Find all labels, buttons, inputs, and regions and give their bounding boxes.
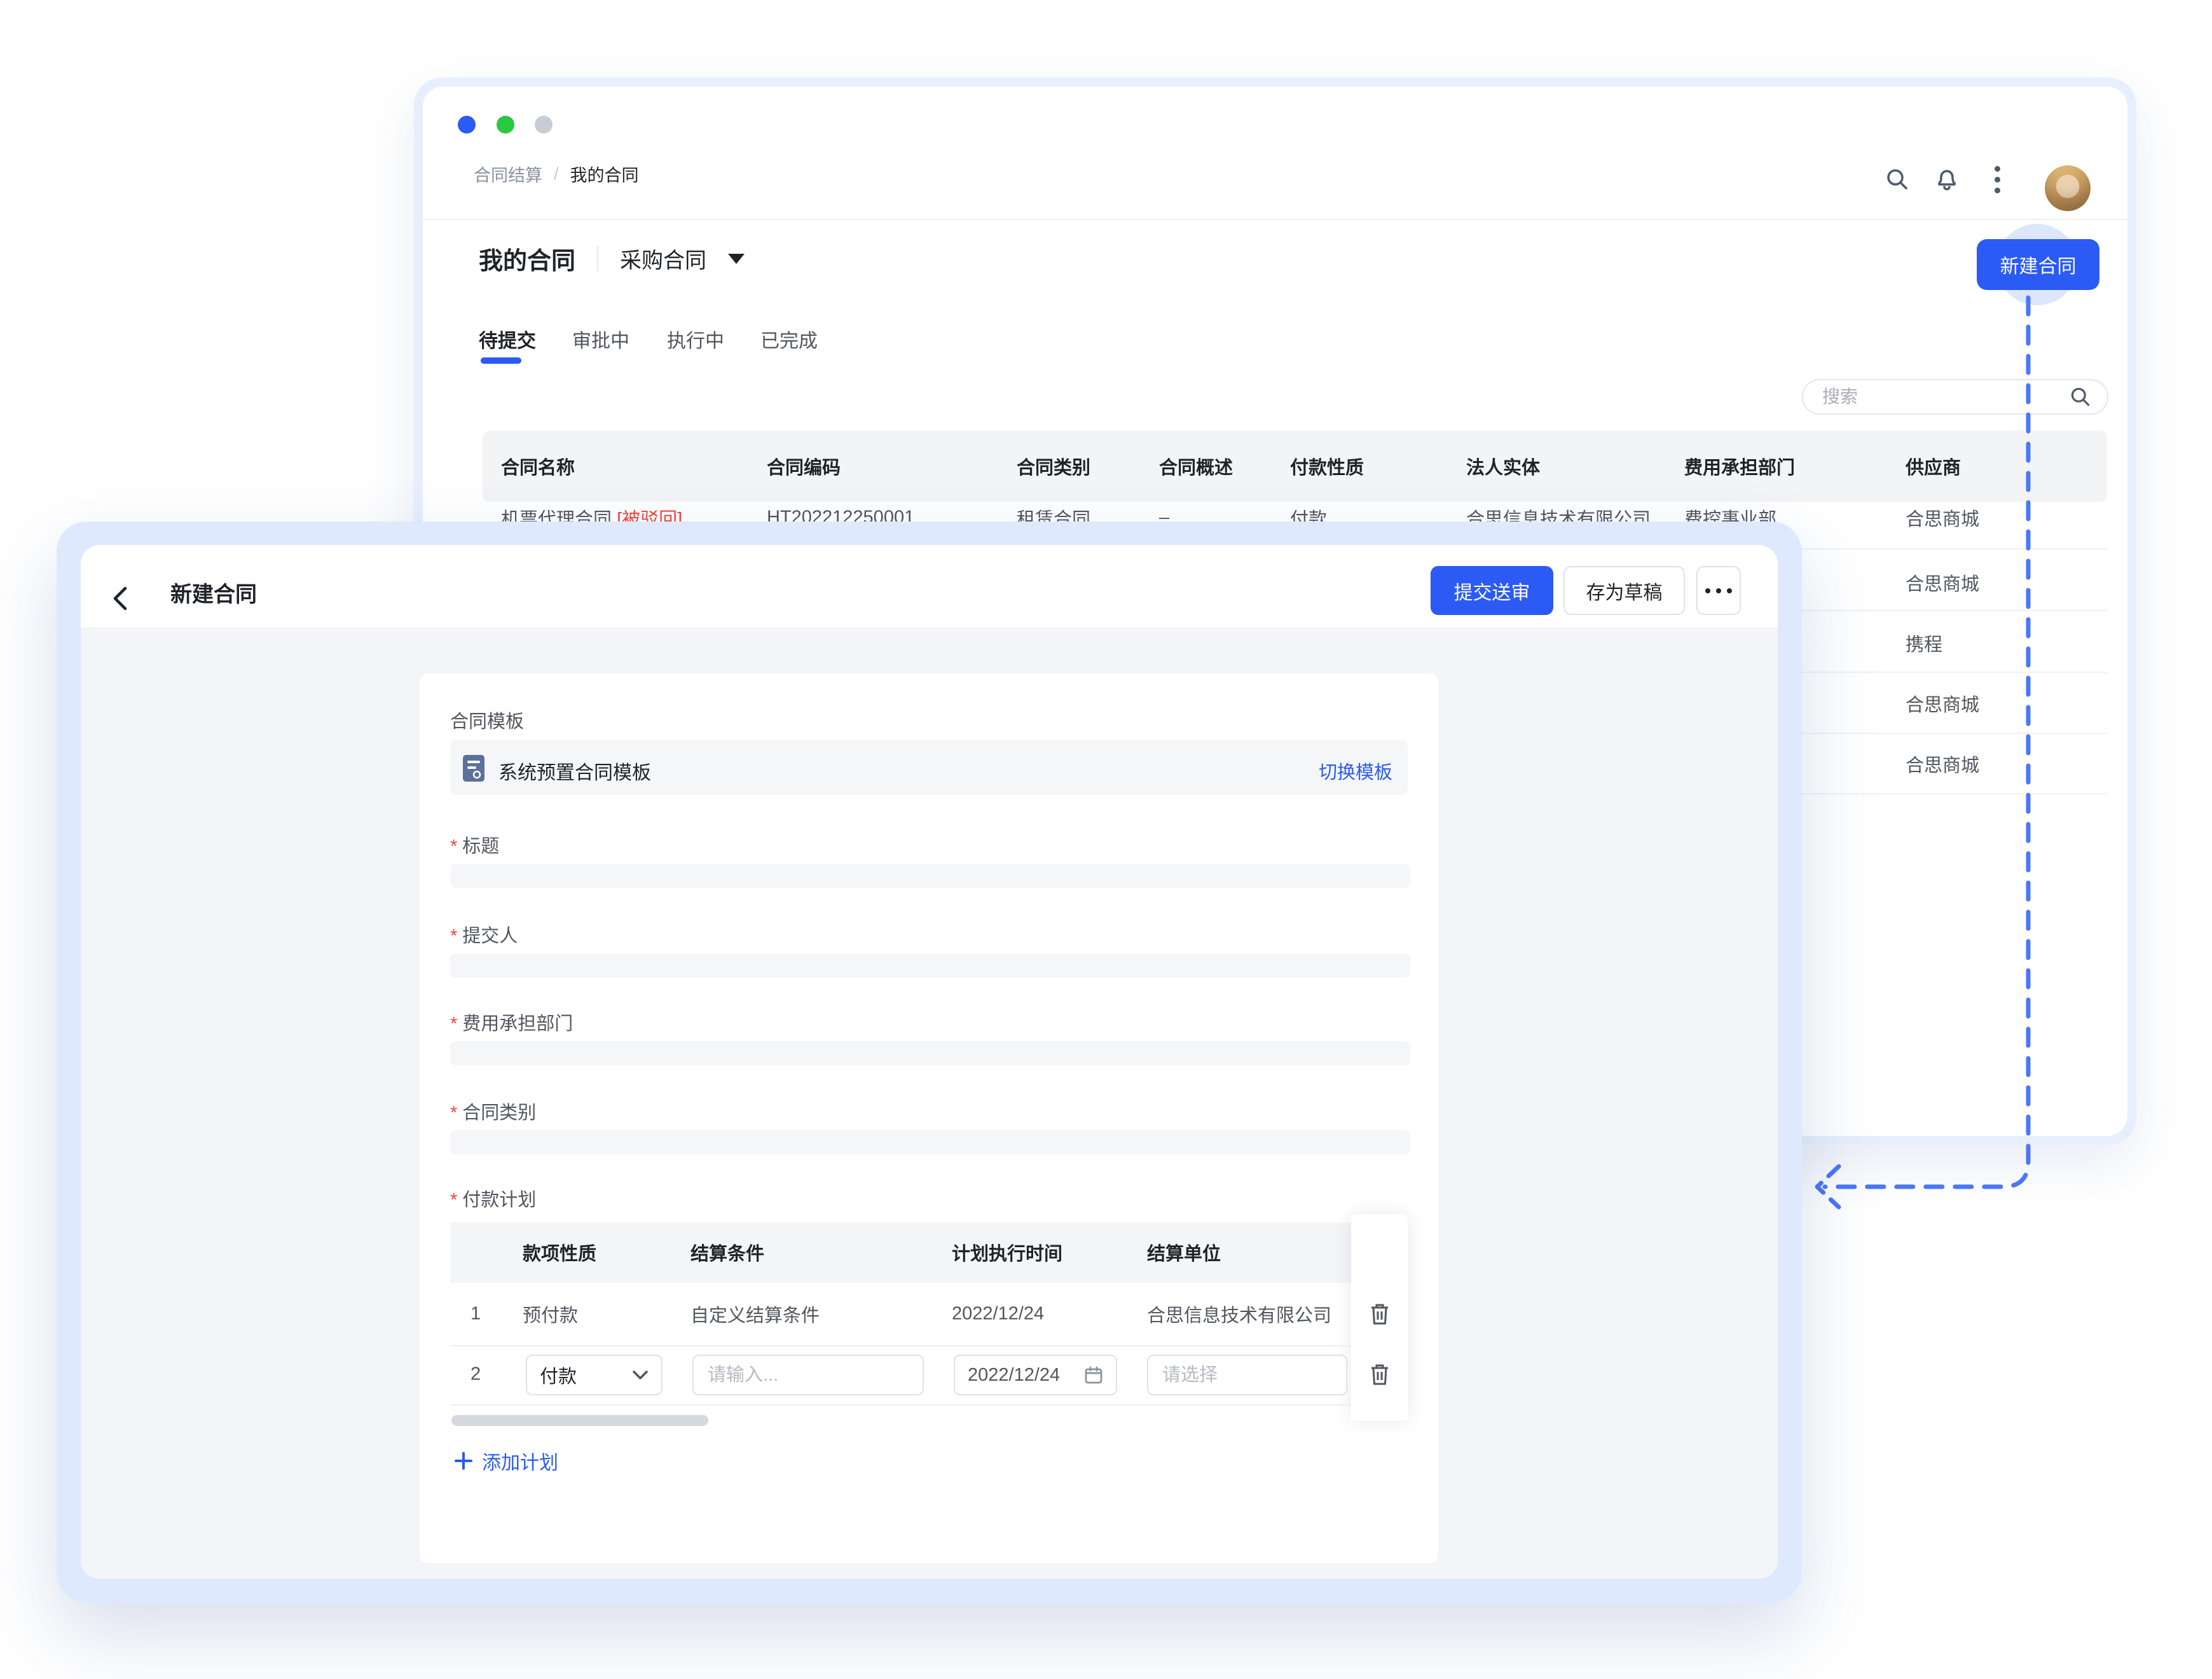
tab-completed[interactable]: 已完成 (760, 325, 818, 353)
required-mark: * (450, 1190, 457, 1210)
date-picker-value: 2022/12/24 (968, 1365, 1084, 1386)
tab-pending-submit[interactable]: 待提交 (479, 325, 536, 353)
nature-select[interactable]: 付款 (526, 1355, 663, 1395)
title-field[interactable] (450, 864, 1410, 888)
delete-row-icon[interactable] (1366, 1300, 1394, 1328)
form-content-background: 合同模板 系统预置合同模板 切换模板 *标题 (81, 629, 1778, 1579)
switch-template-link[interactable]: 切换模板 (1319, 757, 1392, 784)
template-label: 合同模板 (450, 707, 524, 733)
required-mark: * (450, 1103, 457, 1123)
breadcrumb-section[interactable]: 合同结算 (474, 162, 542, 186)
contract-type-filter[interactable]: 采购合同 (620, 243, 706, 274)
save-as-draft-button[interactable]: 存为草稿 (1563, 566, 1685, 615)
plan-row-index: 2 (471, 1364, 481, 1385)
condition-input[interactable] (706, 1364, 910, 1386)
department-field[interactable] (450, 1041, 1410, 1065)
app-canvas: 合同结算 / 我的合同 我的合同 采购合同 (0, 0, 2212, 1679)
breadcrumb: 合同结算 / 我的合同 (474, 162, 639, 186)
avatar[interactable] (2045, 165, 2091, 211)
tab-in-approval[interactable]: 审批中 (572, 325, 629, 353)
field-label-submitter: *提交人 (450, 921, 518, 948)
tab-in-execution[interactable]: 执行中 (667, 325, 724, 353)
plan-cell-unit: 合思信息技术有限公司 (1147, 1301, 1331, 1327)
search-icon[interactable] (2069, 385, 2092, 408)
plan-row-divider (450, 1345, 1351, 1346)
window-control-green[interactable] (497, 116, 514, 134)
chevron-down-icon (632, 1369, 649, 1381)
back-chevron-icon[interactable] (106, 583, 137, 614)
col-cost-department: 费用承担部门 (1684, 453, 1795, 480)
notification-bell-icon[interactable] (1932, 164, 1962, 195)
col-contract-name: 合同名称 (501, 453, 575, 480)
add-plan-link[interactable]: 添加计划 (454, 1447, 558, 1475)
new-contract-window-surface: 新建合同 提交送审 存为草稿 合同模板 (81, 545, 1778, 1579)
required-mark: * (450, 836, 457, 857)
kebab-menu-icon[interactable] (1982, 164, 2012, 195)
category-field[interactable] (450, 1130, 1410, 1154)
nature-select-value: 付款 (540, 1362, 632, 1388)
more-actions-button[interactable] (1696, 566, 1741, 615)
field-label-title: *标题 (450, 831, 499, 858)
page-title: 我的合同 (479, 241, 575, 276)
field-label-department: *费用承担部门 (450, 1009, 573, 1035)
chevron-down-icon[interactable] (728, 254, 745, 264)
plan-cell-condition: 自定义结算条件 (690, 1301, 820, 1327)
plus-icon (454, 1451, 473, 1470)
plan-col-exec-date: 计划执行时间 (952, 1239, 1062, 1266)
col-payment-nature: 付款性质 (1290, 453, 1364, 480)
dashed-arrow-annotation (1799, 280, 2041, 1221)
plan-cell-nature: 预付款 (523, 1301, 578, 1327)
breadcrumb-current: 我的合同 (570, 162, 639, 186)
condition-input-wrap (692, 1355, 924, 1395)
field-label-category: *合同类别 (450, 1098, 536, 1124)
new-contract-window: 新建合同 提交送审 存为草稿 合同模板 (57, 522, 1802, 1603)
breadcrumb-divider: / (554, 164, 559, 184)
plan-col-nature: 款项性质 (523, 1239, 596, 1266)
plan-col-condition: 结算条件 (690, 1239, 764, 1266)
template-box: 系统预置合同模板 切换模板 (450, 740, 1408, 795)
plan-row-index: 1 (471, 1304, 481, 1325)
header-divider (423, 219, 2127, 220)
required-mark: * (450, 926, 457, 946)
plan-col-settle-unit: 结算单位 (1147, 1239, 1221, 1266)
title-separator (597, 246, 598, 272)
active-tab-indicator (481, 357, 521, 364)
submit-for-approval-button[interactable]: 提交送审 (1431, 566, 1553, 615)
unit-input[interactable] (1161, 1364, 1333, 1386)
template-name: 系统预置合同模板 (498, 757, 651, 785)
list-title-row: 我的合同 采购合同 (479, 241, 745, 276)
form-page-title: 新建合同 (170, 577, 257, 608)
window-control-gray[interactable] (535, 116, 553, 134)
col-contract-category: 合同类别 (1017, 453, 1090, 480)
date-picker[interactable]: 2022/12/24 (954, 1355, 1117, 1395)
payment-plan-label: *付款计划 (450, 1185, 536, 1212)
form-card: 合同模板 系统预置合同模板 切换模板 *标题 (420, 674, 1438, 1563)
contract-template-icon (462, 754, 486, 783)
delete-row-icon[interactable] (1366, 1360, 1394, 1388)
plan-cell-date: 2022/12/24 (952, 1304, 1044, 1325)
add-plan-label: 添加计划 (482, 1447, 558, 1475)
horizontal-scrollbar-thumb[interactable] (451, 1415, 708, 1426)
calendar-icon (1084, 1365, 1103, 1385)
col-contract-summary: 合同概述 (1159, 453, 1233, 480)
submitter-field[interactable] (450, 953, 1410, 978)
unit-input-wrap (1147, 1355, 1347, 1395)
col-contract-code: 合同编码 (767, 453, 841, 480)
window-control-blue[interactable] (458, 116, 476, 134)
col-legal-entity: 法人实体 (1466, 453, 1540, 480)
more-icon (1705, 588, 1710, 593)
plan-row-divider (450, 1404, 1351, 1406)
required-mark: * (450, 1014, 457, 1034)
search-icon[interactable] (1882, 164, 1913, 195)
